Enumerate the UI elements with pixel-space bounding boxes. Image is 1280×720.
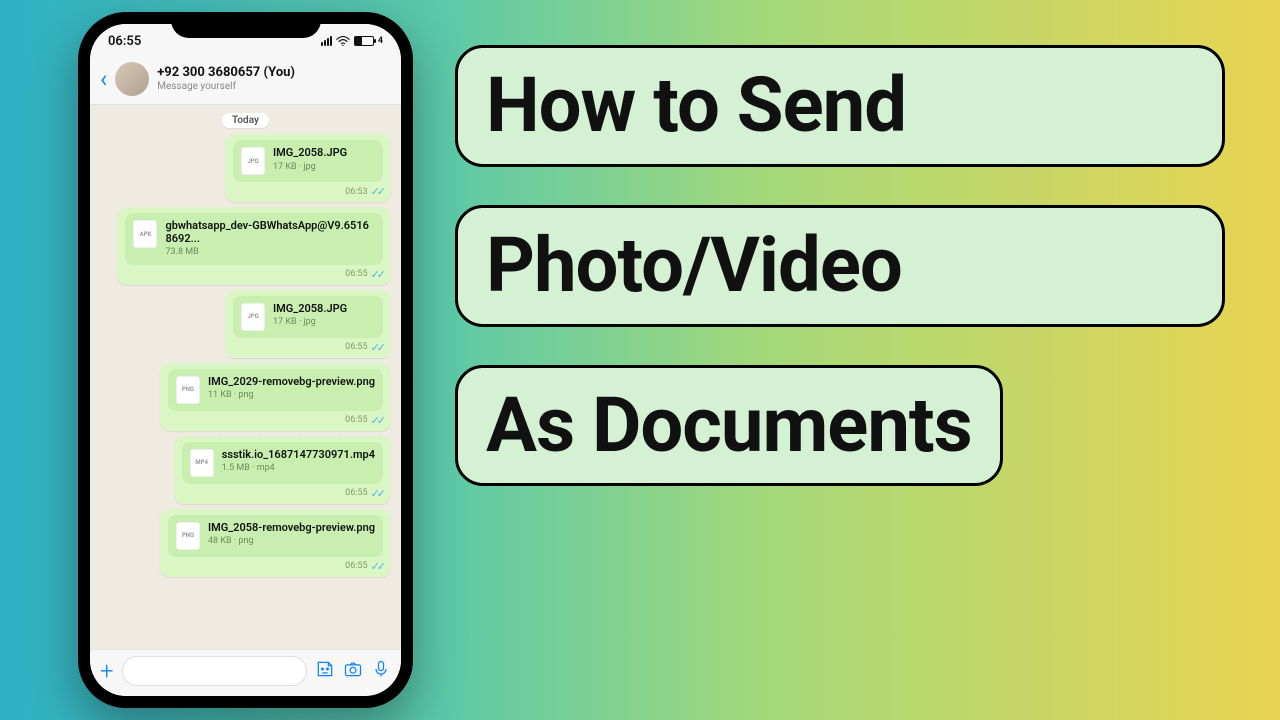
battery-label: 4 — [378, 36, 383, 46]
file-type-icon: APK — [133, 220, 157, 248]
camera-icon[interactable] — [343, 659, 363, 684]
document-attachment[interactable]: JPG IMG_2058.JPG 17 KB · jpg — [233, 140, 383, 182]
chat-header[interactable]: ‹ +92 300 3680657 (You) Message yourself — [90, 58, 401, 105]
file-meta: 48 KB · png — [208, 536, 375, 546]
phone-frame: 06:55 4 ‹ +92 300 3680657 (You) Message … — [78, 12, 413, 708]
message-time: 06:55 ✓✓ — [125, 268, 383, 281]
document-attachment[interactable]: APK gbwhatsapp_dev-GBWhatsApp@V9.65168692… — [125, 213, 383, 265]
file-type-icon: MP4 — [190, 449, 214, 477]
message-bubble[interactable]: JPG IMG_2058.JPG17 KB · jpg 06:55 ✓✓ — [225, 290, 391, 358]
read-ticks-icon: ✓✓ — [371, 268, 383, 281]
file-name: ssstik.io_1687147730971.mp4 — [222, 449, 375, 462]
date-chip: Today — [222, 113, 269, 128]
sticker-icon[interactable] — [315, 659, 335, 684]
document-attachment[interactable]: PNG IMG_2058-removebg-preview.png48 KB · … — [168, 515, 383, 557]
file-meta: 17 KB · jpg — [273, 317, 347, 327]
message-time: 06:55 ✓✓ — [168, 560, 383, 573]
title-card-3: As Documents — [455, 365, 1003, 487]
contact-subtitle: Message yourself — [157, 81, 295, 92]
notch — [171, 12, 321, 38]
status-time: 06:55 — [108, 34, 141, 49]
read-ticks-icon: ✓✓ — [371, 185, 383, 198]
file-meta: 1.5 MB · mp4 — [222, 463, 375, 473]
title-card-1: How to Send — [455, 45, 1225, 167]
document-attachment[interactable]: PNG IMG_2029-removebg-preview.png11 KB · … — [168, 369, 383, 411]
file-meta: 17 KB · jpg — [273, 162, 347, 172]
file-name: gbwhatsapp_dev-GBWhatsApp@V9.65168692... — [165, 220, 375, 245]
header-title-block: +92 300 3680657 (You) Message yourself — [157, 66, 295, 91]
mic-icon[interactable] — [371, 659, 391, 684]
message-time: 06:55 ✓✓ — [168, 414, 383, 427]
read-ticks-icon: ✓✓ — [371, 487, 383, 500]
message-bubble[interactable]: PNG IMG_2058-removebg-preview.png48 KB · … — [160, 509, 391, 577]
title-cards: How to Send Photo/Video As Documents — [455, 45, 1240, 486]
status-right: 4 — [321, 36, 383, 46]
read-ticks-icon: ✓✓ — [371, 560, 383, 573]
file-name: IMG_2058-removebg-preview.png — [208, 522, 375, 535]
avatar[interactable] — [115, 62, 149, 96]
title-card-2: Photo/Video — [455, 205, 1225, 327]
read-ticks-icon: ✓✓ — [371, 414, 383, 427]
message-bubble[interactable]: MP4 ssstik.io_1687147730971.mp41.5 MB · m… — [174, 436, 391, 504]
battery-icon — [354, 36, 374, 46]
screen: 06:55 4 ‹ +92 300 3680657 (You) Message … — [90, 24, 401, 696]
message-time: 06:55 ✓✓ — [233, 341, 383, 354]
message-time: 06:55 ✓✓ — [182, 487, 383, 500]
file-type-icon: PNG — [176, 522, 200, 550]
back-icon[interactable]: ‹ — [100, 67, 107, 91]
attach-icon[interactable]: + — [100, 657, 114, 685]
contact-name: +92 300 3680657 (You) — [157, 66, 295, 80]
document-attachment[interactable]: MP4 ssstik.io_1687147730971.mp41.5 MB · m… — [182, 442, 383, 484]
file-name: IMG_2029-removebg-preview.png — [208, 376, 375, 389]
wifi-icon — [336, 36, 350, 46]
file-name: IMG_2058.JPG — [273, 303, 347, 316]
message-time: 06:53 ✓✓ — [233, 185, 383, 198]
message-input[interactable] — [122, 656, 307, 686]
read-ticks-icon: ✓✓ — [371, 341, 383, 354]
signal-icon — [321, 36, 332, 46]
file-meta: 73.8 MB — [165, 247, 375, 257]
document-attachment[interactable]: JPG IMG_2058.JPG17 KB · jpg — [233, 296, 383, 338]
message-bubble[interactable]: JPG IMG_2058.JPG 17 KB · jpg 06:53 ✓✓ — [225, 134, 391, 202]
file-type-icon: JPG — [241, 303, 265, 331]
chat-area[interactable]: Today JPGIMG_2058.JPG17 KB · jpg06:53 ✓✓… — [90, 105, 401, 649]
input-bar: + — [90, 649, 401, 696]
message-bubble[interactable]: PNG IMG_2029-removebg-preview.png11 KB · … — [160, 363, 391, 431]
file-name: IMG_2058.JPG — [273, 147, 347, 160]
message-bubble[interactable]: APK gbwhatsapp_dev-GBWhatsApp@V9.65168692… — [117, 207, 391, 285]
file-type-icon: JPG — [241, 147, 265, 175]
file-meta: 11 KB · png — [208, 390, 375, 400]
file-type-icon: PNG — [176, 376, 200, 404]
